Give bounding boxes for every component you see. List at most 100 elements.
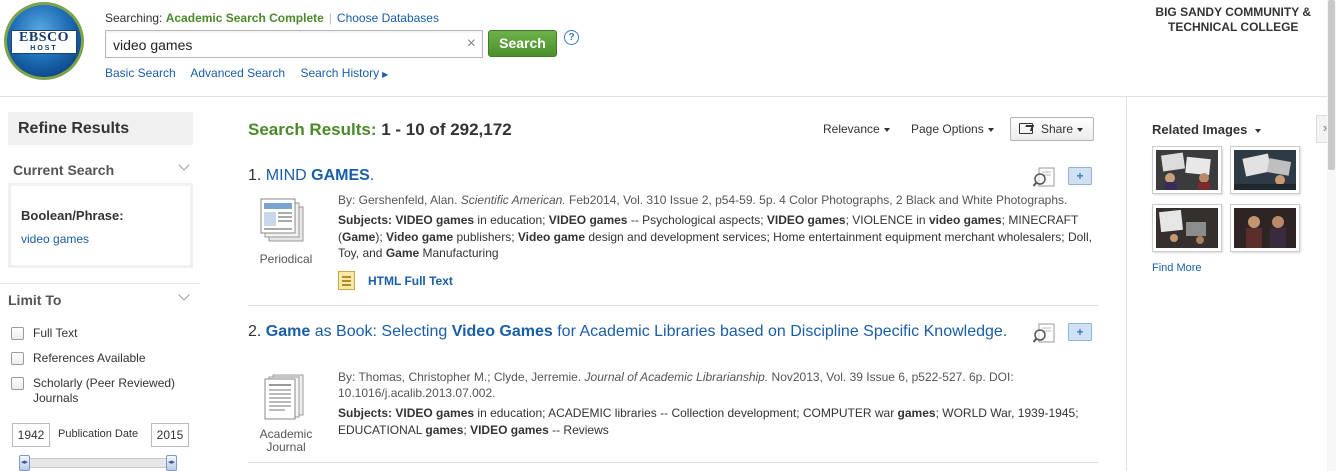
searching-line: Searching: Academic Search Complete | Choo…	[105, 11, 439, 25]
clear-icon[interactable]: ×	[467, 36, 476, 52]
chevron-down-icon[interactable]	[178, 289, 190, 301]
database-name: Academic Search Complete	[165, 11, 324, 25]
right-column-divider	[1126, 97, 1127, 471]
full-text-label: HTML Full Text	[368, 274, 453, 288]
checkbox[interactable]	[11, 377, 24, 390]
academic-journal-thumbnail[interactable]: Academic Journal	[256, 371, 316, 454]
search-links: Basic Search Advanced Search Search Hist…	[105, 66, 400, 80]
related-image	[1234, 150, 1296, 190]
help-icon[interactable]: ?	[564, 30, 579, 45]
logo-main-text: EBSCO	[19, 30, 69, 45]
checkbox[interactable]	[11, 327, 24, 340]
searching-label: Searching:	[105, 11, 163, 25]
preview-icon[interactable]	[1033, 323, 1055, 343]
checkbox[interactable]	[11, 352, 24, 365]
add-to-folder-icon[interactable]: +	[1068, 167, 1092, 185]
basic-search-link[interactable]: Basic Search	[105, 66, 176, 80]
result-number: 1.	[248, 167, 262, 184]
advanced-search-link[interactable]: Advanced Search	[190, 66, 285, 80]
institution-name: BIG SANDY COMMUNITY & TECHNICAL COLLEGE	[1155, 5, 1311, 35]
authors: By: Gershenfeld, Alan.	[338, 193, 461, 207]
type-label: Periodical	[259, 252, 313, 266]
limit-to-heading[interactable]: Limit To	[8, 292, 61, 308]
related-image-thumbnail[interactable]	[1230, 146, 1300, 194]
year-to-input[interactable]: 2015	[151, 423, 189, 447]
slider-handle-left[interactable]: ◂▸	[19, 455, 30, 471]
caret-down-icon	[987, 127, 994, 132]
results-count: 1 - 10 of 292,172	[381, 120, 512, 139]
search-history-link[interactable]: Search History ▶	[300, 66, 388, 80]
result-title: 2. Game as Book: Selecting Video Games f…	[248, 321, 1028, 343]
date-slider-track[interactable]	[20, 458, 176, 468]
search-input[interactable]	[113, 37, 453, 53]
related-images-heading[interactable]: Related Images	[1152, 122, 1262, 137]
preview-icon[interactable]	[1033, 167, 1055, 187]
current-search-heading[interactable]: Current Search	[13, 162, 114, 178]
related-image-thumbnail[interactable]	[1152, 204, 1222, 252]
chevron-down-icon[interactable]	[178, 159, 190, 171]
result-divider	[248, 305, 1098, 306]
caret-down-icon	[1077, 127, 1084, 132]
result-meta: By: Gershenfeld, Alan. Scientific Americ…	[338, 192, 1098, 208]
current-search-box: Boolean/Phrase: video games	[8, 183, 193, 268]
sidebar-divider	[0, 283, 200, 284]
find-more-link[interactable]: Find More	[1152, 262, 1202, 274]
results-header: Search Results: 1 - 10 of 292,172	[248, 120, 512, 140]
related-image	[1156, 208, 1218, 248]
boolean-phrase-label: Boolean/Phrase:	[21, 208, 124, 223]
result-item: 2. Game as Book: Selecting Video Games f…	[248, 321, 1108, 471]
refine-results-title: Refine Results	[8, 112, 193, 145]
result-subjects: Subjects: VIDEO games in education; ACAD…	[338, 406, 1079, 437]
search-box: ×	[105, 30, 483, 58]
logo-sub-text: HOST	[30, 45, 58, 52]
result-item: 1. MIND GAMES. Periodical By: Gershenfel…	[248, 165, 1108, 306]
limit-label: Full Text	[33, 326, 78, 340]
periodical-thumbnail[interactable]: Periodical	[256, 193, 316, 266]
search-history-label: Search History	[300, 66, 380, 80]
refine-sidebar: Refine Results Current Search Boolean/Ph…	[0, 97, 200, 471]
html-full-text-icon	[338, 271, 355, 290]
result-number: 2.	[248, 323, 262, 340]
journal-name: Journal of Academic Librarianship.	[584, 370, 769, 384]
logo-band: EBSCO HOST	[11, 30, 77, 54]
related-image	[1156, 150, 1218, 190]
institution-line-2: TECHNICAL COLLEGE	[1167, 20, 1299, 34]
result-subjects: Subjects: VIDEO games in education; VIDE…	[338, 213, 1092, 260]
boolean-phrase-value[interactable]: video games	[21, 232, 89, 246]
citation: Feb2014, Vol. 310 Issue 2, p54-59. 5p. 4…	[565, 193, 1068, 207]
related-images-label: Related Images	[1152, 122, 1248, 137]
caret-down-icon	[883, 127, 890, 132]
institution-line-1: BIG SANDY COMMUNITY &	[1155, 5, 1311, 19]
page-options-dropdown[interactable]: Page Options	[911, 122, 994, 136]
page-options-label: Page Options	[911, 122, 984, 136]
choose-databases-link[interactable]: Choose Databases	[337, 11, 439, 25]
result-meta: By: Thomas, Christopher M.; Clyde, Jerre…	[338, 369, 1098, 401]
header: EBSCO HOST Searching: Academic Search Co…	[0, 0, 1336, 97]
authors: By: Thomas, Christopher M.; Clyde, Jerre…	[338, 370, 585, 384]
sort-label: Relevance	[823, 122, 880, 136]
journal-name: Scientific American.	[460, 193, 566, 207]
share-label: Share	[1041, 122, 1074, 136]
related-image	[1234, 208, 1296, 248]
related-image-thumbnail[interactable]	[1230, 204, 1300, 252]
scrollbar-thumb[interactable]	[1328, 0, 1335, 170]
result-divider	[248, 462, 1098, 463]
scrollbar[interactable]	[1327, 0, 1336, 471]
academic-journal-icon	[264, 374, 304, 420]
sort-dropdown[interactable]: Relevance	[823, 122, 890, 136]
share-icon	[1019, 123, 1033, 134]
add-to-folder-icon[interactable]: +	[1068, 323, 1092, 341]
limit-label: References Available	[33, 351, 146, 365]
html-full-text-link[interactable]: HTML Full Text	[338, 271, 538, 292]
periodical-icon	[260, 198, 304, 242]
publication-date-label: Publication Date	[58, 428, 139, 440]
related-image-thumbnail[interactable]	[1152, 146, 1222, 194]
year-from-input[interactable]: 1942	[12, 423, 50, 447]
share-button[interactable]: Share	[1010, 117, 1094, 141]
result-title-link[interactable]: Game as Book: Selecting Video Games for …	[266, 323, 1007, 340]
slider-handle-right[interactable]: ◂▸	[166, 455, 177, 471]
search-button[interactable]: Search	[488, 30, 557, 57]
ebscohost-logo[interactable]: EBSCO HOST	[4, 2, 84, 80]
limit-label: Scholarly (Peer Reviewed) Journals	[33, 376, 176, 405]
result-title-link[interactable]: MIND GAMES.	[266, 167, 374, 184]
